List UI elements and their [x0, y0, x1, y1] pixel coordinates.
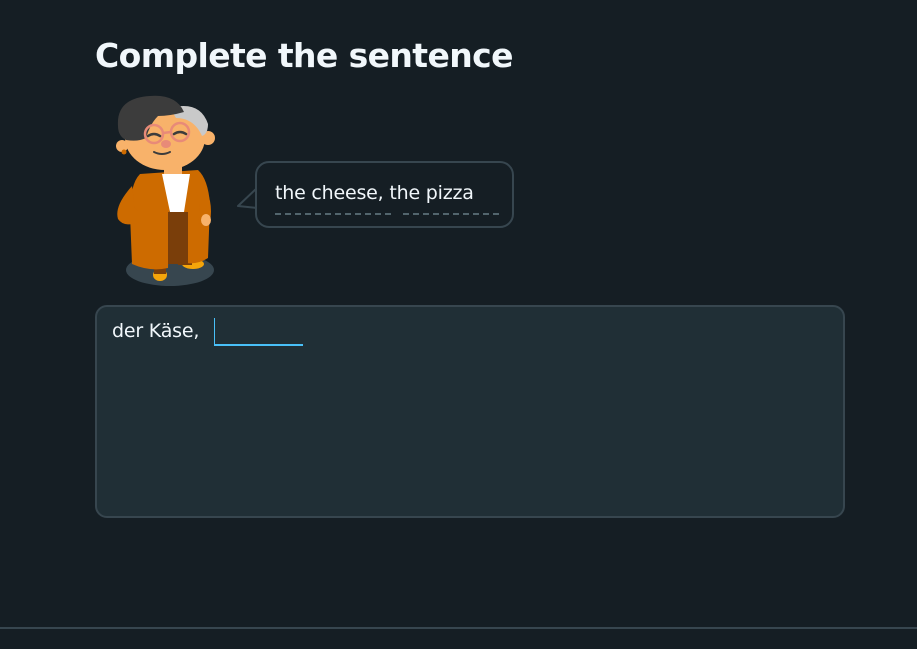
speech-bubble: the cheese, the pizza — [255, 161, 514, 228]
hint-sentence: the cheese, the pizza — [275, 182, 474, 204]
page-title: Complete the sentence — [95, 36, 513, 75]
hint-word-the-cheese[interactable] — [275, 213, 391, 215]
footer-divider — [0, 627, 917, 629]
hint-word-the-pizza[interactable] — [403, 213, 499, 215]
sentence-prefix: der Käse, — [112, 320, 200, 342]
answer-blank-input[interactable] — [214, 318, 303, 346]
character-illustration — [116, 95, 215, 286]
answer-area[interactable]: der Käse, — [95, 305, 845, 518]
